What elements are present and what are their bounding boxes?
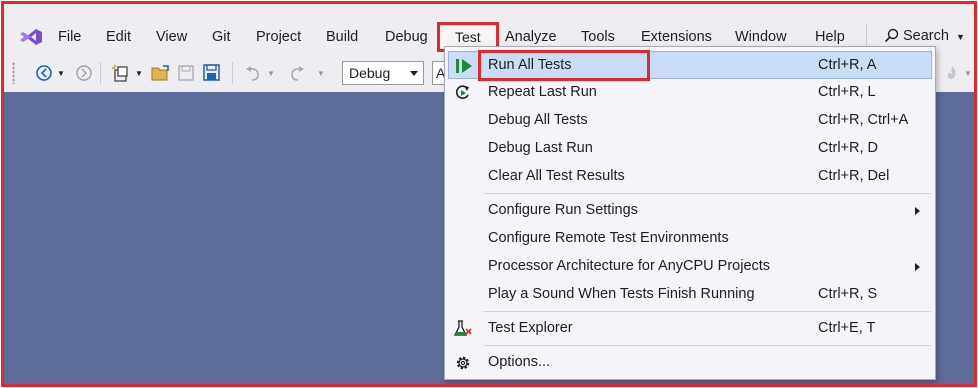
- menu-item-debug-all-tests[interactable]: Debug All Tests Ctrl+R, Ctrl+A: [445, 107, 935, 135]
- menu-window[interactable]: Window: [735, 29, 787, 45]
- test-explorer-icon: [453, 320, 472, 336]
- menu-item-label: Play a Sound When Tests Finish Running: [488, 286, 755, 302]
- menu-tools[interactable]: Tools: [581, 29, 615, 45]
- chevron-down-icon: [410, 71, 418, 76]
- menu-separator: [483, 345, 931, 346]
- search-button[interactable]: Search ▼: [884, 28, 965, 44]
- menu-item-shortcut: Ctrl+R, S: [818, 286, 878, 302]
- toolbar-separator: [232, 62, 233, 84]
- menu-item-shortcut: Ctrl+R, Del: [818, 168, 890, 184]
- menu-item-clear-all-test-results[interactable]: Clear All Test Results Ctrl+R, Del: [445, 163, 935, 191]
- save-all-icon[interactable]: [202, 63, 222, 83]
- redo-dropdown-icon[interactable]: ▼: [316, 63, 326, 83]
- menu-project[interactable]: Project: [256, 29, 301, 45]
- menu-git[interactable]: Git: [212, 29, 231, 45]
- menu-item-shortcut: Ctrl+R, D: [818, 140, 879, 156]
- toolbar-separator: [100, 62, 101, 84]
- run-all-tests-highlight-box: [478, 50, 650, 81]
- menu-item-label: Configure Run Settings: [488, 202, 638, 218]
- menu-item-label: Debug Last Run: [488, 140, 593, 156]
- menu-item-run-all-tests[interactable]: Run All Tests Ctrl+R, A: [448, 50, 932, 81]
- submenu-arrow-icon: [915, 207, 920, 215]
- back-dropdown-icon[interactable]: ▼: [56, 63, 66, 83]
- menu-file[interactable]: File: [58, 29, 81, 45]
- menu-item-debug-last-run[interactable]: Debug Last Run Ctrl+R, D: [445, 135, 935, 163]
- open-file-icon[interactable]: [150, 63, 172, 83]
- undo-icon[interactable]: [242, 63, 264, 83]
- menu-item-label: Test Explorer: [488, 320, 573, 336]
- menu-item-label: Repeat Last Run: [488, 84, 597, 100]
- search-dropdown-icon: ▼: [955, 32, 965, 42]
- menu-debug[interactable]: Debug: [385, 29, 428, 45]
- menu-item-options[interactable]: Options...: [445, 349, 935, 377]
- menu-analyze[interactable]: Analyze: [505, 29, 557, 45]
- undo-dropdown-icon[interactable]: ▼: [266, 63, 276, 83]
- menu-item-label: Processor Architecture for AnyCPU Projec…: [488, 258, 771, 274]
- redo-icon[interactable]: [286, 63, 308, 83]
- menu-item-label: Configure Remote Test Environments: [488, 230, 729, 246]
- menu-item-label: Debug All Tests: [488, 112, 588, 128]
- menu-help[interactable]: Help: [815, 29, 845, 45]
- save-icon[interactable]: [176, 63, 196, 83]
- gear-icon: [456, 356, 470, 370]
- visual-studio-logo[interactable]: [19, 28, 43, 46]
- search-label: Search: [903, 28, 949, 44]
- hot-reload-icon[interactable]: [942, 63, 962, 83]
- search-icon: [884, 28, 899, 43]
- menu-item-play-sound[interactable]: Play a Sound When Tests Finish Running C…: [445, 281, 935, 309]
- menu-test-label: Test: [455, 29, 481, 45]
- solution-configuration-value: Debug: [349, 65, 391, 81]
- menu-build[interactable]: Build: [326, 29, 358, 45]
- submenu-arrow-icon: [915, 263, 920, 271]
- menu-separator: [483, 311, 931, 312]
- menu-item-label: Options...: [488, 354, 551, 370]
- hot-reload-dropdown-icon[interactable]: ▼: [964, 63, 972, 83]
- menu-edit[interactable]: Edit: [106, 29, 131, 45]
- menu-item-shortcut: Ctrl+R, Ctrl+A: [818, 112, 909, 128]
- new-project-icon[interactable]: [110, 63, 132, 83]
- menu-item-shortcut: Ctrl+R, A: [818, 57, 877, 73]
- menu-item-label: Clear All Test Results: [488, 168, 625, 184]
- menu-separator: [483, 193, 931, 194]
- menu-item-shortcut: Ctrl+R, L: [818, 84, 876, 100]
- menu-item-shortcut: Ctrl+E, T: [818, 320, 876, 336]
- menu-extensions[interactable]: Extensions: [641, 29, 712, 45]
- menu-item-configure-remote-test-environments[interactable]: Configure Remote Test Environments: [445, 225, 935, 253]
- navigate-forward-icon[interactable]: [74, 63, 94, 83]
- menu-item-configure-run-settings[interactable]: Configure Run Settings: [445, 197, 935, 225]
- solution-configuration-select[interactable]: Debug: [342, 61, 424, 85]
- menu-view[interactable]: View: [156, 29, 187, 45]
- menu-item-processor-architecture[interactable]: Processor Architecture for AnyCPU Projec…: [445, 253, 935, 281]
- toolbar-grip[interactable]: [12, 62, 15, 84]
- menu-item-test-explorer[interactable]: Test Explorer Ctrl+E, T: [445, 315, 935, 343]
- navigate-back-icon[interactable]: [34, 63, 54, 83]
- repeat-run-icon: [455, 85, 469, 99]
- run-all-tests-icon: [456, 59, 472, 73]
- test-menu-dropdown: Run All Tests Ctrl+R, A Repeat Last Run …: [444, 46, 936, 380]
- new-dropdown-icon[interactable]: ▼: [134, 63, 144, 83]
- menu-item-repeat-last-run[interactable]: Repeat Last Run Ctrl+R, L: [445, 79, 935, 107]
